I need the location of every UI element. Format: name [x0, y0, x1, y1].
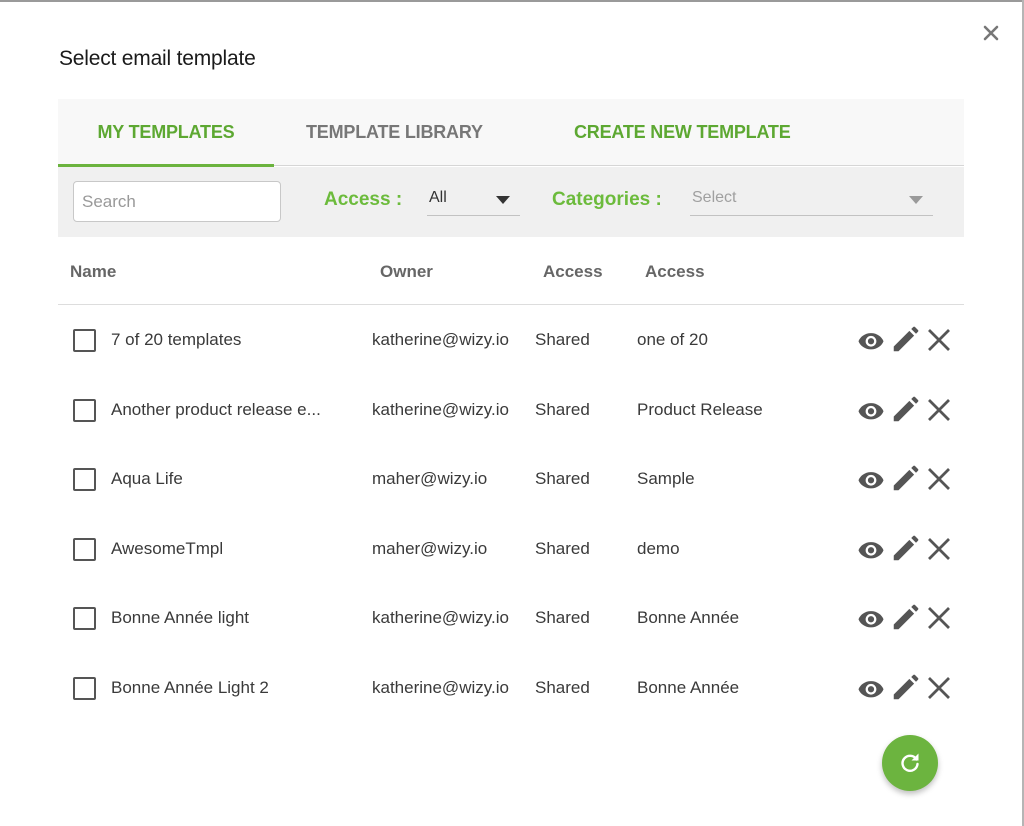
edit-button[interactable]: [890, 325, 920, 355]
edit-button[interactable]: [890, 673, 920, 703]
delete-x-icon: [928, 537, 950, 560]
template-owner: katherine@wizy.io: [372, 677, 509, 697]
categories-select-placeholder: Select: [692, 189, 737, 206]
dialog-title: Select email template: [59, 47, 256, 70]
pencil-icon: [893, 605, 919, 630]
delete-button[interactable]: [924, 395, 954, 425]
table-row[interactable]: Another product release e... katherine@w…: [58, 375, 964, 445]
refresh-icon: [901, 753, 919, 772]
search-input[interactable]: [73, 181, 281, 222]
eye-icon: [858, 681, 884, 698]
row-checkbox[interactable]: [73, 676, 96, 700]
preview-button[interactable]: [856, 673, 886, 703]
column-header-category[interactable]: Access: [645, 262, 705, 282]
access-select-value: All: [429, 189, 447, 206]
pencil-icon: [893, 396, 919, 421]
preview-button[interactable]: [856, 395, 886, 425]
categories-select[interactable]: Select: [690, 185, 933, 216]
delete-x-icon: [928, 676, 950, 699]
table-row[interactable]: Bonne Année light katherine@wizy.io Shar…: [58, 583, 964, 653]
filter-bar: Access : All Categories : Select: [58, 167, 964, 237]
template-owner: maher@wizy.io: [372, 469, 488, 489]
close-button[interactable]: [980, 22, 1002, 44]
template-list: 7 of 20 templates katherine@wizy.io Shar…: [58, 305, 964, 723]
eye-icon: [858, 611, 884, 628]
eye-icon: [858, 472, 884, 489]
refresh-button[interactable]: [882, 735, 938, 791]
tab-my-templates[interactable]: MY TEMPLATES: [58, 99, 274, 167]
template-name: 7 of 20 templates: [111, 330, 242, 349]
pencil-icon: [893, 465, 919, 491]
table-row[interactable]: 7 of 20 templates katherine@wizy.io Shar…: [58, 305, 964, 375]
template-category: Bonne Année: [637, 677, 740, 697]
dropdown-arrow-icon: [909, 196, 923, 204]
template-name: AwesomeTmpl: [111, 538, 224, 558]
template-category: Sample: [637, 469, 695, 489]
template-access: Shared: [535, 399, 590, 419]
template-category: one of 20: [637, 330, 708, 349]
template-access: Shared: [535, 608, 590, 628]
template-access: Shared: [535, 677, 590, 697]
template-name: Bonne Année light: [111, 608, 250, 628]
preview-button[interactable]: [856, 325, 886, 355]
delete-button[interactable]: [924, 534, 954, 564]
delete-button[interactable]: [924, 603, 954, 633]
delete-button[interactable]: [924, 325, 954, 355]
template-access: Shared: [535, 469, 590, 489]
template-owner: katherine@wizy.io: [372, 399, 509, 419]
preview-button[interactable]: [856, 464, 886, 494]
preview-button[interactable]: [856, 603, 886, 633]
table-header: Name Owner Access Access: [58, 237, 964, 305]
access-select[interactable]: All: [427, 185, 520, 216]
tab-create-new-template[interactable]: CREATE NEW TEMPLATE: [574, 99, 791, 166]
edit-button[interactable]: [890, 603, 920, 633]
row-checkbox[interactable]: [73, 398, 96, 422]
template-owner: katherine@wizy.io: [372, 330, 509, 349]
edit-button[interactable]: [890, 534, 920, 564]
column-header-access[interactable]: Access: [543, 262, 603, 282]
row-checkbox[interactable]: [73, 537, 96, 561]
template-category: demo: [637, 538, 680, 558]
pencil-icon: [893, 674, 919, 700]
edit-button[interactable]: [890, 395, 920, 425]
tab-bar: MY TEMPLATES TEMPLATE LIBRARY CREATE NEW…: [58, 99, 964, 167]
delete-x-icon: [928, 398, 950, 421]
template-owner: maher@wizy.io: [372, 538, 488, 558]
template-name: Another product release e...: [111, 399, 321, 419]
delete-x-icon: [928, 607, 950, 630]
template-name: Aqua Life: [111, 469, 183, 489]
eye-icon: [858, 333, 884, 350]
table-row[interactable]: Aqua Life maher@wizy.io Shared Sample: [58, 444, 964, 514]
row-checkbox[interactable]: [73, 607, 96, 631]
pencil-icon: [893, 535, 919, 561]
delete-button[interactable]: [924, 673, 954, 703]
template-owner: katherine@wizy.io: [372, 608, 509, 628]
delete-button[interactable]: [924, 464, 954, 494]
table-row[interactable]: AwesomeTmpl maher@wizy.io Shared demo: [58, 514, 964, 584]
delete-x-icon: [928, 329, 950, 351]
dropdown-arrow-icon: [496, 196, 510, 204]
template-name: Bonne Année Light 2: [111, 677, 269, 697]
eye-icon: [858, 541, 884, 559]
template-access: Shared: [535, 538, 590, 558]
table-row[interactable]: Bonne Année Light 2 katherine@wizy.io Sh…: [58, 653, 964, 723]
close-icon: [983, 25, 999, 41]
categories-filter-label: Categories :: [552, 189, 662, 210]
row-checkbox[interactable]: [73, 468, 96, 492]
delete-x-icon: [928, 468, 950, 491]
column-header-owner[interactable]: Owner: [380, 262, 433, 282]
row-checkbox[interactable]: [73, 329, 96, 352]
template-access: Shared: [535, 330, 590, 349]
window-top-border: [0, 0, 1024, 2]
column-header-name[interactable]: Name: [70, 262, 116, 282]
access-filter-label: Access :: [324, 189, 403, 210]
tab-template-library[interactable]: TEMPLATE LIBRARY: [306, 99, 483, 166]
preview-button[interactable]: [856, 534, 886, 564]
edit-button[interactable]: [890, 464, 920, 494]
template-category: Product Release: [637, 399, 763, 419]
template-category: Bonne Année: [637, 608, 740, 628]
eye-icon: [858, 402, 884, 419]
pencil-icon: [893, 326, 919, 352]
